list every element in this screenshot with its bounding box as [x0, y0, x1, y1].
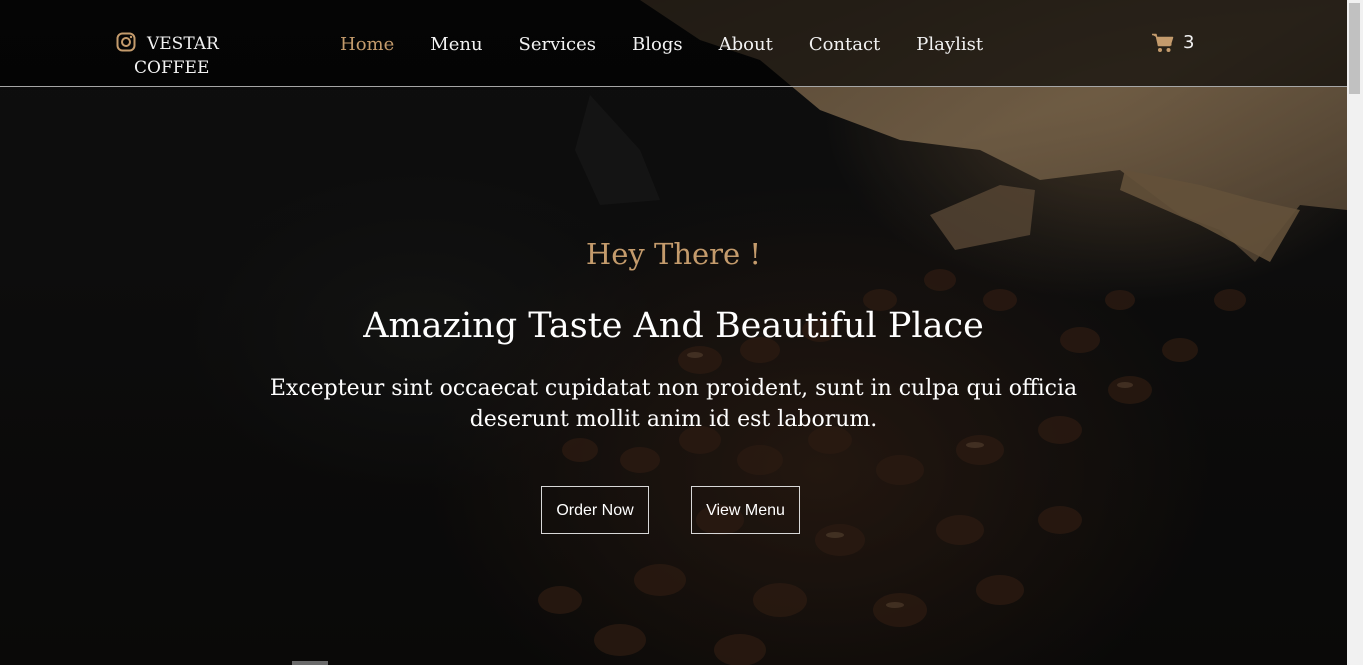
brand-name-line1: VESTAR	[147, 34, 219, 54]
nav-item-contact[interactable]: Contact	[809, 30, 880, 60]
cart-count: 3	[1183, 32, 1195, 53]
nav-item-blogs[interactable]: Blogs	[632, 30, 683, 60]
nav-item-about[interactable]: About	[719, 30, 773, 60]
brand-name-line2: COFFEE	[134, 58, 210, 78]
hero-headline: Amazing Taste And Beautiful Place	[363, 306, 984, 346]
instagram-icon	[116, 32, 136, 52]
view-menu-button[interactable]: View Menu	[691, 486, 800, 534]
vertical-scrollbar[interactable]	[1347, 0, 1363, 665]
hero-description: Excepteur sint occaecat cupidatat non pr…	[269, 376, 1078, 432]
hero-greeting: Hey There !	[585, 237, 762, 271]
site-header: VESTAR COFFEE Home Menu Services Blogs A…	[0, 0, 1347, 87]
order-now-button[interactable]: Order Now	[541, 486, 649, 534]
page: VESTAR COFFEE Home Menu Services Blogs A…	[0, 0, 1363, 665]
main-nav: Home Menu Services Blogs About Contact P…	[340, 30, 983, 60]
shopping-cart-icon	[1152, 33, 1174, 52]
scrollbar-thumb[interactable]	[1349, 3, 1360, 94]
nav-item-playlist[interactable]: Playlist	[916, 30, 983, 60]
nav-item-services[interactable]: Services	[519, 30, 596, 60]
scroll-indicator	[292, 661, 328, 665]
nav-item-menu[interactable]: Menu	[430, 30, 482, 60]
cart-button[interactable]: 3	[1152, 32, 1194, 53]
nav-item-home[interactable]: Home	[340, 30, 394, 60]
